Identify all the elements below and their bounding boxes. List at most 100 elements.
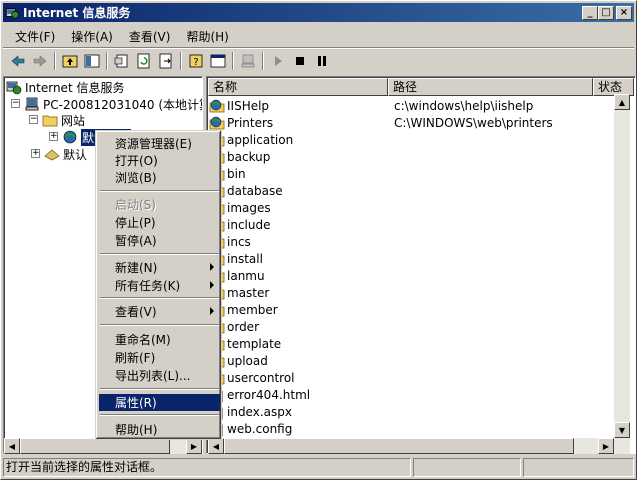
collapse-sites-toggle[interactable]: − (29, 115, 38, 124)
context-new[interactable]: 新建(N) (99, 259, 220, 276)
tree-node-default-smtp[interactable]: 默认 (44, 146, 87, 162)
list-item-name: web.config (227, 421, 293, 436)
list-scroll-up-button[interactable]: ▲ (614, 94, 630, 110)
svg-text:?: ? (193, 57, 198, 68)
menu-help[interactable]: 帮助(H) (178, 26, 236, 47)
context-properties[interactable]: 属性(R) (99, 394, 220, 411)
refresh-button[interactable] (133, 50, 155, 72)
minimize-button[interactable]: _ (582, 5, 598, 20)
tree-horizontal-scrollbar[interactable]: ◀ ▶ (4, 438, 202, 454)
tree-node-iis-root[interactable]: Internet 信息服务 (6, 79, 124, 95)
list-item-name: error404.html (227, 387, 311, 402)
maximize-button[interactable]: □ (598, 5, 614, 20)
list-item-name: template (227, 336, 282, 351)
list-item-name: database (227, 183, 283, 198)
list-item-name: upload (227, 353, 268, 368)
submenu-arrow-icon (210, 307, 214, 315)
list-item-name: incs (227, 234, 251, 249)
list-item-name: images (227, 200, 271, 215)
virtual-directory-icon (209, 99, 225, 112)
submenu-arrow-icon (210, 263, 214, 271)
list-item[interactable]: Printers C:\WINDOWS\web\printers (209, 114, 553, 131)
context-view[interactable]: 查看(V) (99, 303, 220, 320)
list-item-path: C:\WINDOWS\web\printers (394, 115, 553, 130)
computer-tool-button[interactable] (237, 50, 259, 72)
list-item-name: include (227, 217, 271, 232)
tree-scroll-left-button[interactable]: ◀ (4, 438, 20, 454)
content-list-pane[interactable]: 名称 路径 状态 IISHelp c:\windows\help\iishelp P… (206, 76, 636, 454)
pause-button[interactable] (311, 50, 333, 72)
list-horizontal-scrollbar[interactable]: ◀ ▶ (208, 438, 630, 454)
list-item[interactable]: IISHelp c:\windows\help\iishelp (209, 97, 533, 114)
list-item-name: member (227, 302, 278, 317)
toolbar: ? (3, 49, 634, 73)
forward-button[interactable] (29, 50, 51, 72)
close-button[interactable]: × (616, 5, 632, 20)
context-browse[interactable]: 浏览(B) (99, 169, 220, 186)
expand-site-toggle[interactable]: + (49, 132, 58, 141)
window-title: Internet 信息服务 (23, 6, 131, 20)
list-scroll-down-button[interactable]: ▼ (614, 422, 630, 438)
context-new-label: 新建(N) (115, 261, 158, 275)
tree-node-websites[interactable]: 网站 (42, 112, 85, 128)
stop-icon (296, 57, 304, 65)
context-view-label: 查看(V) (115, 305, 157, 319)
list-header: 名称 路径 状态 (208, 78, 634, 96)
start-button[interactable] (267, 50, 289, 72)
console-window-button[interactable] (207, 50, 229, 72)
tree-smtp-label: 默认 (63, 147, 88, 162)
title-bar[interactable]: Internet 信息服务 _ □ × (3, 3, 634, 22)
pause-icon (318, 56, 326, 66)
context-stop[interactable]: 停止(P) (99, 214, 220, 231)
context-refresh[interactable]: 刷新(F) (99, 349, 220, 366)
help-button[interactable]: ? (185, 50, 207, 72)
tree-node-computer[interactable]: PC-200812031040 (本地计算机 (24, 96, 202, 112)
list-item-name: usercontrol (227, 370, 295, 385)
stop-button[interactable] (289, 50, 311, 72)
show-tree-button[interactable] (81, 50, 103, 72)
tree-scroll-right-button[interactable]: ▶ (186, 438, 202, 454)
properties-tool-button[interactable] (111, 50, 133, 72)
iis-app-icon (5, 7, 19, 19)
list-item[interactable]: error404.html (209, 386, 310, 403)
context-open[interactable]: 打开(O) (99, 152, 220, 169)
context-pause[interactable]: 暂停(A) (99, 232, 220, 249)
collapse-computer-toggle[interactable]: − (11, 99, 20, 108)
menu-action[interactable]: 操作(A) (63, 26, 121, 47)
list-item-name: backup (227, 149, 271, 164)
export-icon (159, 53, 172, 69)
context-export[interactable]: 导出列表(L)... (99, 367, 220, 384)
list-item-name: IISHelp (227, 98, 270, 113)
context-menu: 资源管理器(E) 打开(O) 浏览(B) 启动(S) 停止(P) 暂停(A) 新… (95, 130, 222, 440)
status-panel-3 (523, 458, 634, 477)
context-start: 启动(S) (115, 198, 156, 212)
list-scroll-left-button[interactable]: ◀ (208, 438, 224, 454)
list-item-name: master (227, 285, 270, 300)
menu-file[interactable]: 文件(F) (7, 26, 63, 47)
expand-smtp-toggle[interactable]: + (31, 149, 40, 158)
menu-view[interactable]: 查看(V) (121, 26, 179, 47)
list-item-name: Printers (227, 115, 274, 130)
export-list-button[interactable] (155, 50, 177, 72)
properties-icon (114, 54, 128, 68)
tree-root-label: Internet 信息服务 (25, 80, 125, 95)
back-arrow-icon (11, 55, 25, 67)
column-header-path[interactable]: 路径 (388, 78, 593, 96)
context-explorer[interactable]: 资源管理器(E) (99, 135, 220, 152)
up-folder-icon (62, 55, 78, 68)
column-header-name[interactable]: 名称 (208, 78, 388, 96)
computer-icon (25, 97, 39, 111)
context-help[interactable]: 帮助(H) (99, 421, 220, 438)
folder-open-icon (42, 115, 58, 127)
up-level-button[interactable] (59, 50, 81, 72)
console-icon (210, 54, 226, 68)
list-scroll-right-button[interactable]: ▶ (598, 438, 614, 454)
list-scroll-thumb[interactable] (224, 438, 574, 454)
list-vertical-scrollbar[interactable]: ▲ ▼ (614, 94, 630, 438)
context-rename[interactable]: 重命名(M) (99, 331, 220, 348)
context-all-tasks[interactable]: 所有任务(K) (99, 277, 220, 294)
submenu-arrow-icon (210, 281, 214, 289)
tree-scroll-thumb[interactable] (20, 438, 170, 454)
menu-bar: 文件(F) 操作(A) 查看(V) 帮助(H) (3, 25, 634, 47)
back-button[interactable] (7, 50, 29, 72)
